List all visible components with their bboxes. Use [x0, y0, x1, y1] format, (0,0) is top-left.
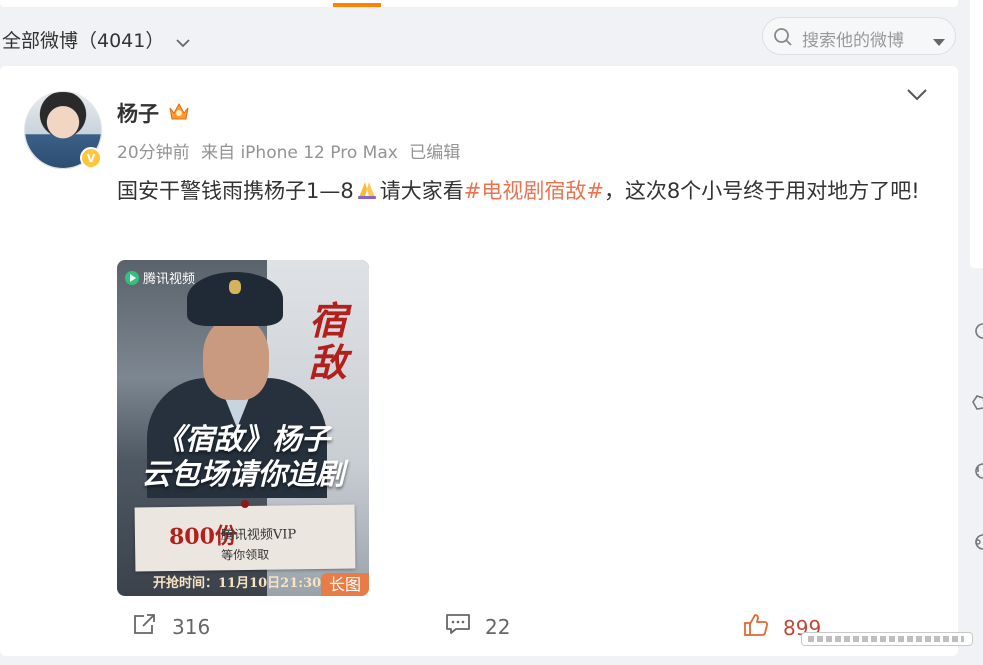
post-text-part-3: ，这次8个小号终于用对地方了吧! — [603, 179, 920, 203]
side-like-icon[interactable] — [971, 394, 983, 416]
active-tab-indicator — [333, 3, 381, 7]
thumbs-up-icon — [743, 612, 769, 643]
post-text: 国安干警钱雨携杨子1—8 请大家看#电视剧宿敌#，这次8个小号终于用对地方了吧! — [117, 175, 937, 210]
chevron-down-icon — [176, 31, 191, 53]
weibo-profile-feed: 全部微博（4041） 搜索他的微博 V 杨子 20分钟前 来自 iPhone 1… — [0, 0, 983, 665]
pin-icon — [241, 500, 249, 508]
verified-badge-icon: V — [80, 147, 102, 169]
poster-note-paper: 800份 腾讯视频VIP 等你领取 — [134, 504, 356, 572]
poster-calligraphy-title: 宿敌 — [308, 298, 347, 385]
post-source: 来自 iPhone 12 Pro Max — [201, 143, 398, 163]
search-icon — [773, 27, 793, 51]
long-image-badge: 长图 — [321, 573, 369, 596]
poster-headline-line-1: 《宿敌》杨子 — [155, 422, 330, 456]
forward-icon — [132, 612, 158, 641]
comment-button[interactable]: 22 — [445, 612, 510, 641]
post-text-part-1: 国安干警钱雨携杨子1—8 — [117, 179, 354, 203]
post-image[interactable]: 腾讯视频 宿敌 《宿敌》杨子 云包场请你追剧 800份 腾讯视频VIP 等你领取… — [117, 260, 369, 596]
poster-receive-text: 等你领取 — [221, 547, 270, 563]
poster-headline: 《宿敌》杨子 云包场请你追剧 — [117, 422, 369, 492]
poster-headline-line-2: 云包场请你追剧 — [141, 457, 345, 491]
post-card: V 杨子 20分钟前 来自 iPhone 12 Pro Max 已编辑 国安干警… — [0, 66, 958, 656]
hashtag-link[interactable]: #电视剧宿敌# — [464, 179, 604, 203]
post-text-part-2: 请大家看 — [379, 179, 464, 203]
edited-label[interactable]: 已编辑 — [409, 143, 460, 163]
side-comment-icon[interactable] — [971, 322, 983, 344]
side-share-icon[interactable] — [971, 533, 983, 555]
comment-count: 22 — [485, 614, 511, 639]
caret-down-icon[interactable] — [933, 32, 945, 51]
poster-grab-time: 开抢时间：11月10日21:30 — [153, 576, 322, 591]
comment-icon — [445, 612, 471, 641]
post-time[interactable]: 20分钟前 — [117, 143, 190, 163]
post-menu-chevron-icon[interactable] — [906, 87, 928, 106]
tencent-video-logo: 腾讯视频 — [125, 268, 195, 287]
author-name[interactable]: 杨子 — [117, 98, 159, 128]
search-placeholder: 搜索他的微博 — [802, 31, 904, 51]
tab-bar-strip — [0, 0, 958, 7]
logo-text: 腾讯视频 — [143, 272, 196, 287]
crown-icon[interactable] — [167, 100, 191, 126]
side-info-icon[interactable] — [971, 462, 983, 484]
post-meta: 20分钟前 来自 iPhone 12 Pro Max 已编辑 — [117, 138, 460, 163]
right-sidebar-panel — [970, 0, 983, 268]
forward-button[interactable]: 316 — [132, 612, 210, 641]
horizontal-scrollbar[interactable] — [801, 632, 973, 646]
feed-filter-row: 全部微博（4041） 搜索他的微博 — [0, 14, 960, 60]
police-badge-icon — [229, 280, 241, 294]
forward-count: 316 — [172, 614, 211, 639]
praying-hands-icon — [356, 177, 378, 210]
scrollbar-grip[interactable] — [808, 636, 964, 642]
poster-figure-face — [203, 318, 269, 400]
play-logo-icon — [125, 270, 139, 285]
all-posts-filter-label: 全部微博（4041） — [2, 30, 165, 52]
all-posts-filter[interactable]: 全部微博（4041） — [2, 26, 191, 53]
search-posts-input[interactable]: 搜索他的微博 — [762, 17, 956, 55]
poster-vip-text: 腾讯视频VIP — [220, 527, 297, 544]
